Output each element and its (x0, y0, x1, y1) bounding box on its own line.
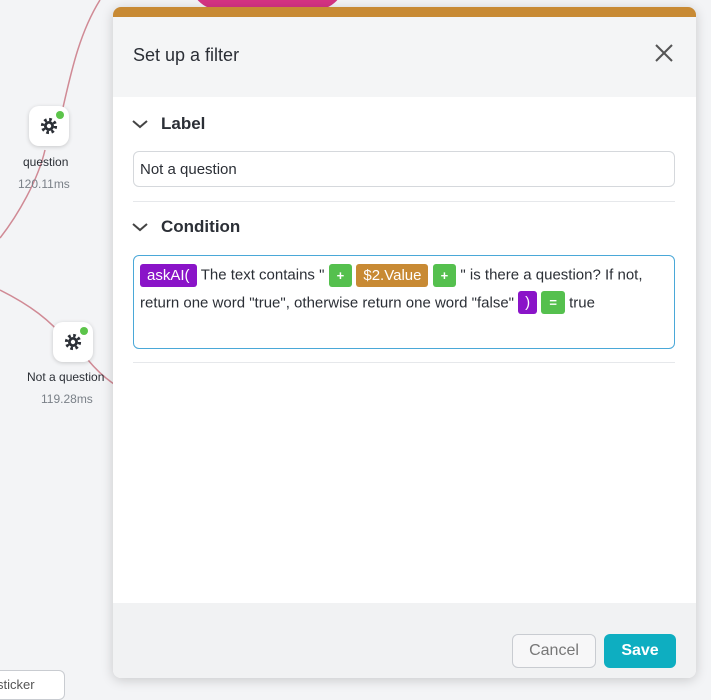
sticker-button[interactable]: sticker (0, 670, 65, 700)
condition-text: The text contains " (200, 266, 325, 284)
filter-modal: Set up a filter Label Condition askAI( T… (113, 7, 696, 678)
divider (133, 201, 675, 202)
condition-editor[interactable]: askAI( The text contains " + $2.Value + … (133, 255, 675, 349)
status-dot (56, 111, 64, 119)
equals-operator-token[interactable]: = (541, 291, 565, 315)
chevron-down-icon (132, 223, 148, 232)
plus-operator-token[interactable]: + (432, 263, 457, 287)
label-heading: Label (161, 114, 206, 133)
node-question[interactable] (29, 106, 69, 146)
label-section-toggle[interactable]: Label (131, 114, 205, 134)
condition-heading: Condition (161, 217, 241, 236)
divider (133, 362, 675, 363)
node-label: question (23, 155, 69, 169)
node-not-a-question[interactable] (53, 322, 93, 362)
close-icon[interactable] (652, 41, 676, 65)
chevron-down-icon (132, 120, 148, 129)
variable-token[interactable]: $2.Value (356, 263, 429, 287)
modal-footer: Cancel Save (113, 603, 696, 678)
label-input[interactable] (133, 151, 675, 187)
status-dot (80, 327, 88, 335)
condition-result: true (569, 294, 595, 312)
close-paren-token[interactable]: ) (518, 291, 538, 315)
cancel-button[interactable]: Cancel (512, 634, 596, 668)
modal-header: Set up a filter (113, 17, 696, 97)
node-time: 119.28ms (41, 392, 93, 406)
modal-title: Set up a filter (133, 45, 240, 65)
save-button[interactable]: Save (604, 634, 676, 668)
node-label: Not a question (27, 370, 105, 384)
plus-operator-token[interactable]: + (328, 263, 353, 287)
gear-icon (64, 333, 82, 351)
node-time: 120.11ms (18, 177, 70, 191)
gear-icon (40, 117, 58, 135)
function-token[interactable]: askAI( (140, 263, 197, 287)
condition-section-toggle[interactable]: Condition (131, 217, 240, 237)
